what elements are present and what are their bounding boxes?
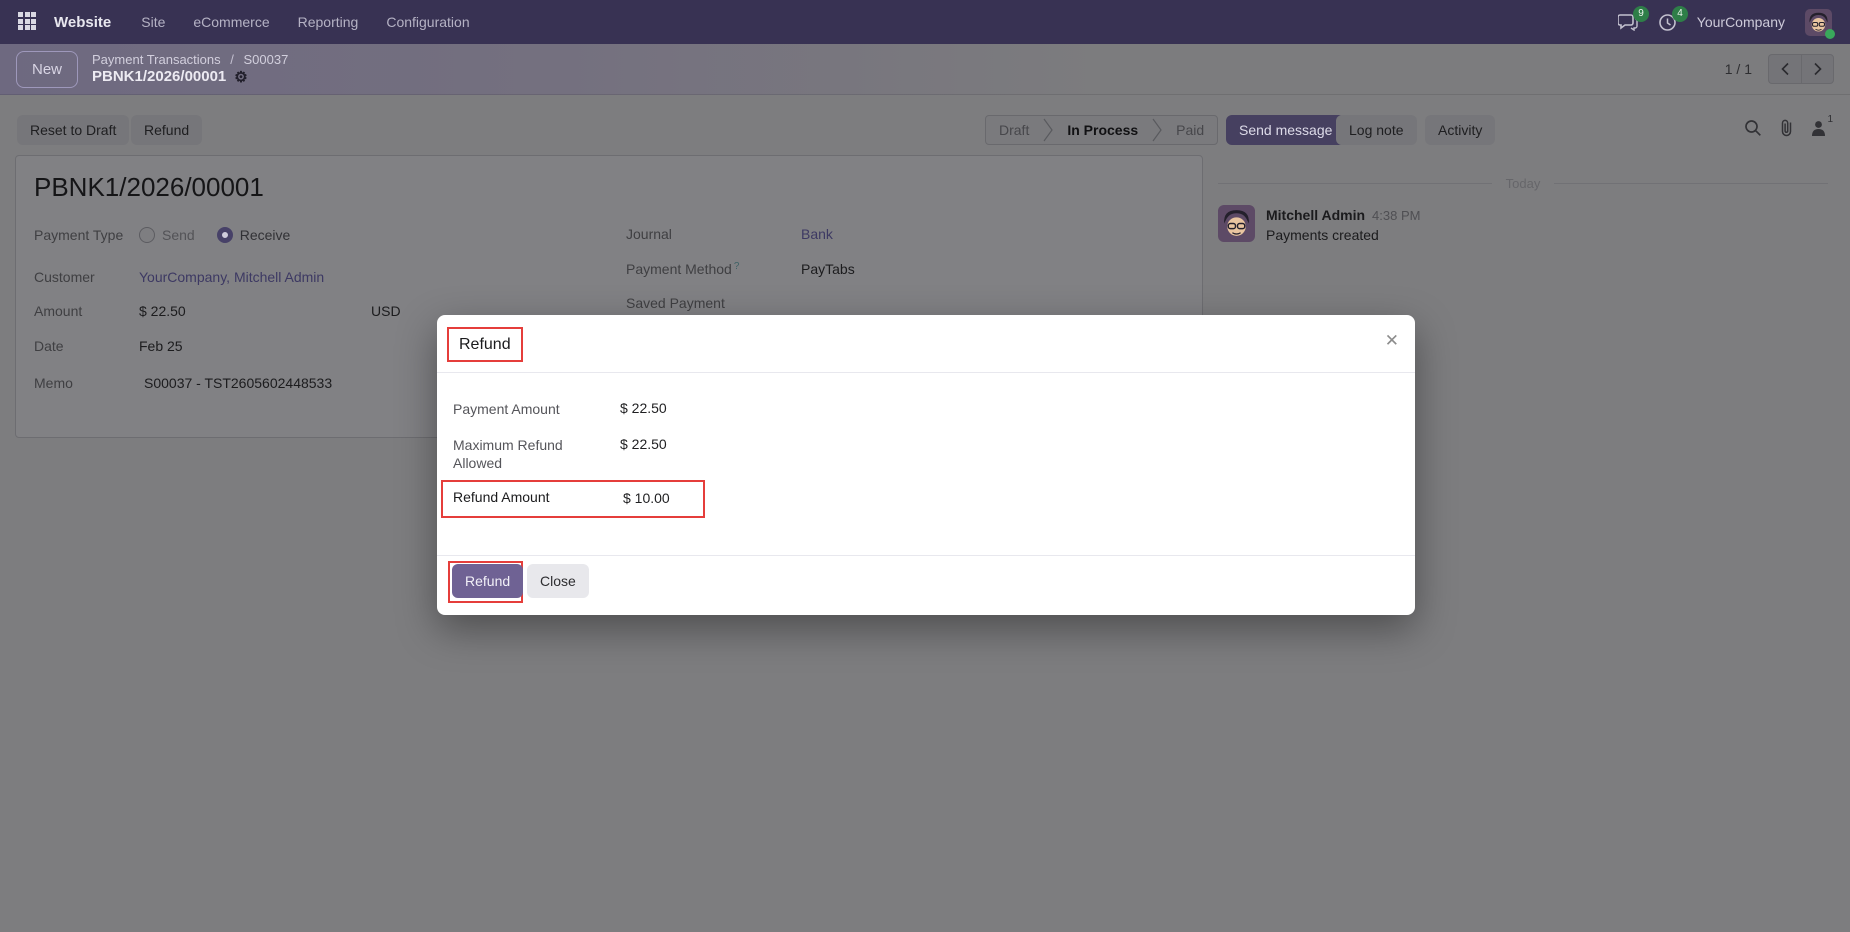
pager-previous-button[interactable] — [1768, 54, 1801, 84]
refund-amount-input[interactable]: $ 10.00 — [623, 490, 670, 506]
breadcrumb-separator: / — [230, 51, 234, 67]
paperclip-icon — [1782, 119, 1792, 137]
journal-label: Journal — [626, 226, 672, 242]
refund-modal: Refund ✕ Payment Amount $ 22.50 Maximum … — [437, 315, 1415, 615]
nav-item-ecommerce[interactable]: eCommerce — [193, 14, 269, 30]
maximum-refund-value: $ 22.50 — [620, 436, 667, 452]
payment-type-label: Payment Type — [34, 227, 124, 243]
search-messages-icon[interactable] — [1744, 119, 1762, 137]
message-author[interactable]: Mitchell Admin 4:38 PM — [1266, 207, 1420, 223]
amount-label: Amount — [34, 303, 83, 319]
status-pipeline: Draft In Process Paid — [985, 115, 1219, 145]
message-timestamp: 4:38 PM — [1372, 208, 1421, 223]
top-navbar: Website Site eCommerce Reporting Configu… — [0, 0, 1850, 44]
pager-counter: 1 / 1 — [1724, 61, 1752, 77]
control-panel: New Payment Transactions / S00037 PBNK1/… — [0, 44, 1850, 95]
person-icon — [1812, 120, 1826, 136]
refund-header-button[interactable]: Refund — [131, 115, 203, 145]
step-separator-icon — [1043, 118, 1054, 142]
breadcrumb-current: PBNK1/2026/00001 — [92, 67, 227, 85]
modal-refund-button[interactable]: Refund — [452, 564, 524, 598]
amount-value[interactable]: $ 22.50 — [139, 303, 186, 319]
radio-option-send[interactable]: Send — [139, 227, 195, 243]
radio-receive-label: Receive — [239, 227, 291, 243]
send-message-button[interactable]: Send message — [1226, 115, 1346, 145]
chevron-right-icon — [1814, 62, 1822, 76]
nav-item-reporting[interactable]: Reporting — [298, 14, 359, 30]
payment-method-value: PayTabs — [801, 261, 855, 277]
help-question-icon: ? — [733, 261, 740, 272]
log-note-button[interactable]: Log note — [1336, 115, 1417, 145]
status-step-in-process[interactable]: In Process — [1054, 122, 1151, 138]
message-body: Payments created — [1266, 227, 1379, 243]
modal-title-annotation-box: Refund — [447, 327, 523, 362]
payment-type-radio-group: Send Receive — [139, 227, 290, 243]
breadcrumb: Payment Transactions / S00037 PBNK1/2026… — [92, 52, 288, 87]
attachments-icon[interactable] — [1779, 118, 1794, 137]
saved-payment-label: Saved Payment — [626, 295, 725, 311]
step-separator-icon — [1152, 118, 1162, 142]
radio-send-label: Send — [162, 227, 195, 243]
modal-close-icon[interactable]: ✕ — [1385, 332, 1399, 349]
company-switcher[interactable]: YourCompany — [1697, 14, 1785, 30]
reset-to-draft-button[interactable]: Reset to Draft — [17, 115, 130, 145]
memo-value[interactable]: S00037 - TST2605602448533 — [144, 375, 332, 391]
customer-value-link[interactable]: YourCompany, Mitchell Admin — [139, 269, 324, 285]
online-status-dot — [1825, 28, 1835, 39]
messages-badge: 9 — [1633, 6, 1649, 22]
breadcrumb-payment-transactions[interactable]: Payment Transactions — [92, 52, 221, 67]
date-divider: Today — [1218, 176, 1829, 191]
date-divider-label: Today — [1505, 176, 1541, 191]
new-button[interactable]: New — [16, 50, 79, 88]
modal-header: Refund ✕ — [437, 315, 1415, 373]
radio-send-unselected[interactable] — [139, 227, 155, 243]
follower-count: 1 — [1827, 113, 1833, 125]
status-step-draft[interactable]: Draft — [986, 122, 1042, 138]
search-icon — [1745, 119, 1762, 136]
breadcrumb-s00037[interactable]: S00037 — [244, 52, 289, 67]
user-avatar[interactable] — [1805, 8, 1835, 39]
nav-item-configuration[interactable]: Configuration — [386, 14, 469, 30]
avatar-image — [1218, 205, 1255, 242]
amount-currency: USD — [371, 303, 401, 319]
refund-amount-label: Refund Amount — [453, 489, 550, 505]
status-step-paid[interactable]: Paid — [1163, 122, 1217, 138]
chevron-left-icon — [1780, 62, 1789, 76]
modal-title: Refund — [459, 335, 511, 353]
date-label: Date — [34, 338, 64, 354]
modal-close-button[interactable]: Close — [527, 564, 589, 598]
followers-icon[interactable]: 1 — [1811, 114, 1833, 136]
nav-item-site[interactable]: Site — [141, 14, 165, 30]
payment-title: PBNK1/2026/00001 — [34, 172, 264, 202]
activity-button[interactable]: Activity — [1425, 115, 1496, 145]
payment-amount-value: $ 22.50 — [620, 400, 667, 416]
chatter-toolbar-icons: 1 — [1744, 114, 1833, 137]
message-author-avatar[interactable] — [1218, 205, 1255, 242]
gear-icon[interactable]: ⚙ — [234, 70, 247, 85]
payment-amount-label: Payment Amount — [453, 401, 560, 417]
payment-method-label: Payment Method? — [626, 261, 740, 277]
maximum-refund-label: Maximum Refund Allowed — [453, 437, 563, 471]
modal-footer: Refund Close — [437, 555, 1415, 615]
activities-icon[interactable]: 4 — [1658, 5, 1688, 32]
apps-menu-icon[interactable] — [18, 12, 38, 32]
activities-badge: 4 — [1672, 5, 1688, 22]
memo-label: Memo — [34, 375, 73, 391]
pager-next-button[interactable] — [1801, 54, 1834, 84]
app-name-website[interactable]: Website — [54, 14, 111, 31]
radio-receive-selected[interactable] — [216, 227, 233, 243]
date-value[interactable]: Feb 25 — [139, 338, 183, 354]
customer-label: Customer — [34, 269, 95, 285]
journal-value-link[interactable]: Bank — [801, 226, 833, 242]
messages-icon[interactable]: 9 — [1617, 6, 1649, 31]
radio-option-receive[interactable]: Receive — [216, 227, 291, 243]
